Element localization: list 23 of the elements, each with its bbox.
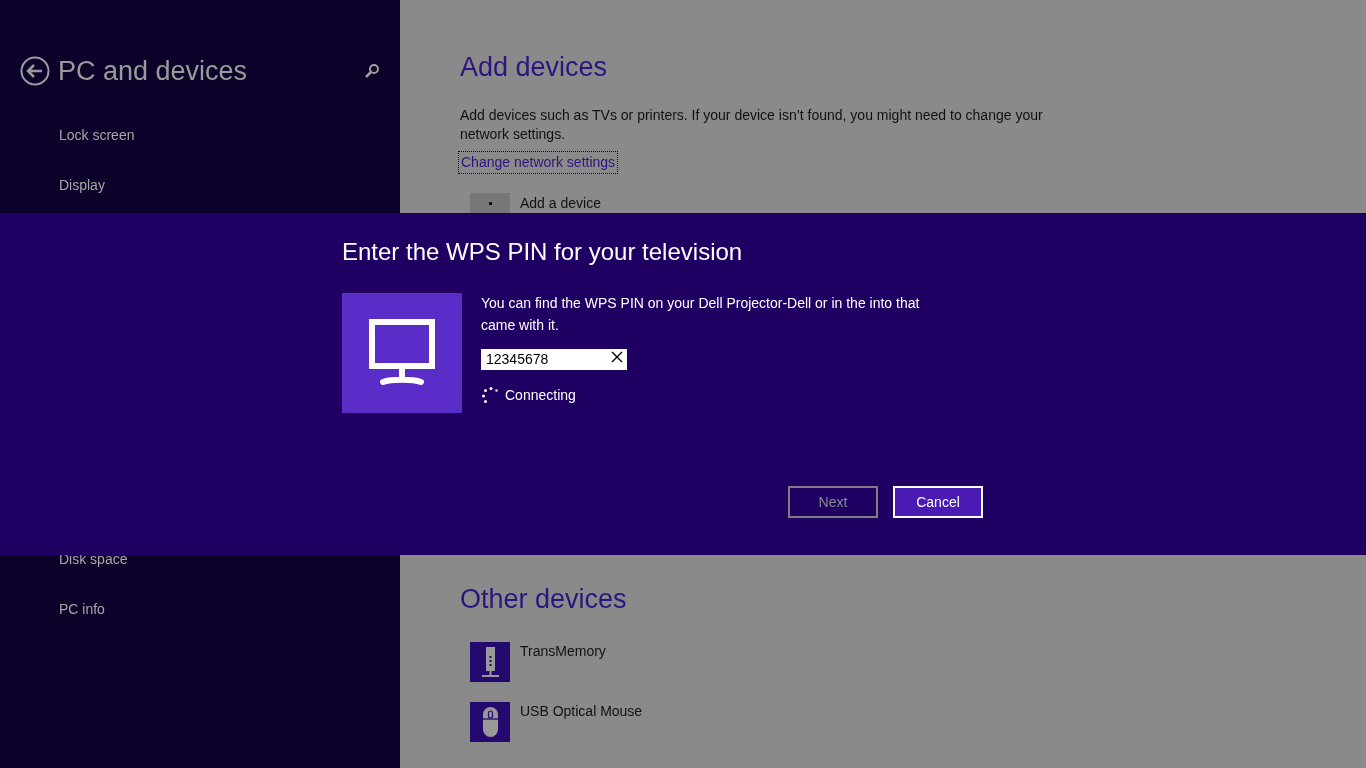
dialog-title: Enter the WPS PIN for your television [342, 239, 744, 265]
spinner-icon [481, 385, 501, 406]
back-icon[interactable] [20, 56, 50, 86]
sidebar-item[interactable]: PC info [59, 600, 400, 619]
dialog-message: You can find the WPS PIN on your Dell Projector-Dell or in the into that came with it. [481, 294, 921, 335]
device-tile[interactable] [470, 702, 510, 742]
pin-field[interactable]: 12345678 [481, 349, 627, 370]
device-name[interactable]: TransMemory [520, 642, 606, 661]
sidebar-item[interactable]: Display [59, 176, 400, 195]
description-text: Add devices such as TVs or printers. If your device isn’t found, you might need to change your network settings. [460, 106, 1044, 144]
monitor-icon [369, 319, 435, 387]
sidebar-item[interactable]: Lock screen [59, 126, 400, 145]
page-title: PC and devices [58, 57, 248, 85]
search-icon[interactable] [364, 63, 380, 79]
section-title: Other devices [460, 586, 628, 613]
change-network-settings-link[interactable]: Change network settings [460, 153, 617, 172]
device-name[interactable]: USB Optical Mouse [520, 702, 643, 721]
section-title: Add devices [460, 54, 609, 81]
device-tile[interactable] [470, 642, 510, 682]
add-device-label[interactable]: Add a device [520, 193, 601, 214]
dialog-button[interactable]: Cancel [893, 486, 983, 518]
clear-icon[interactable] [611, 351, 623, 363]
status-text: Connecting [505, 386, 576, 405]
